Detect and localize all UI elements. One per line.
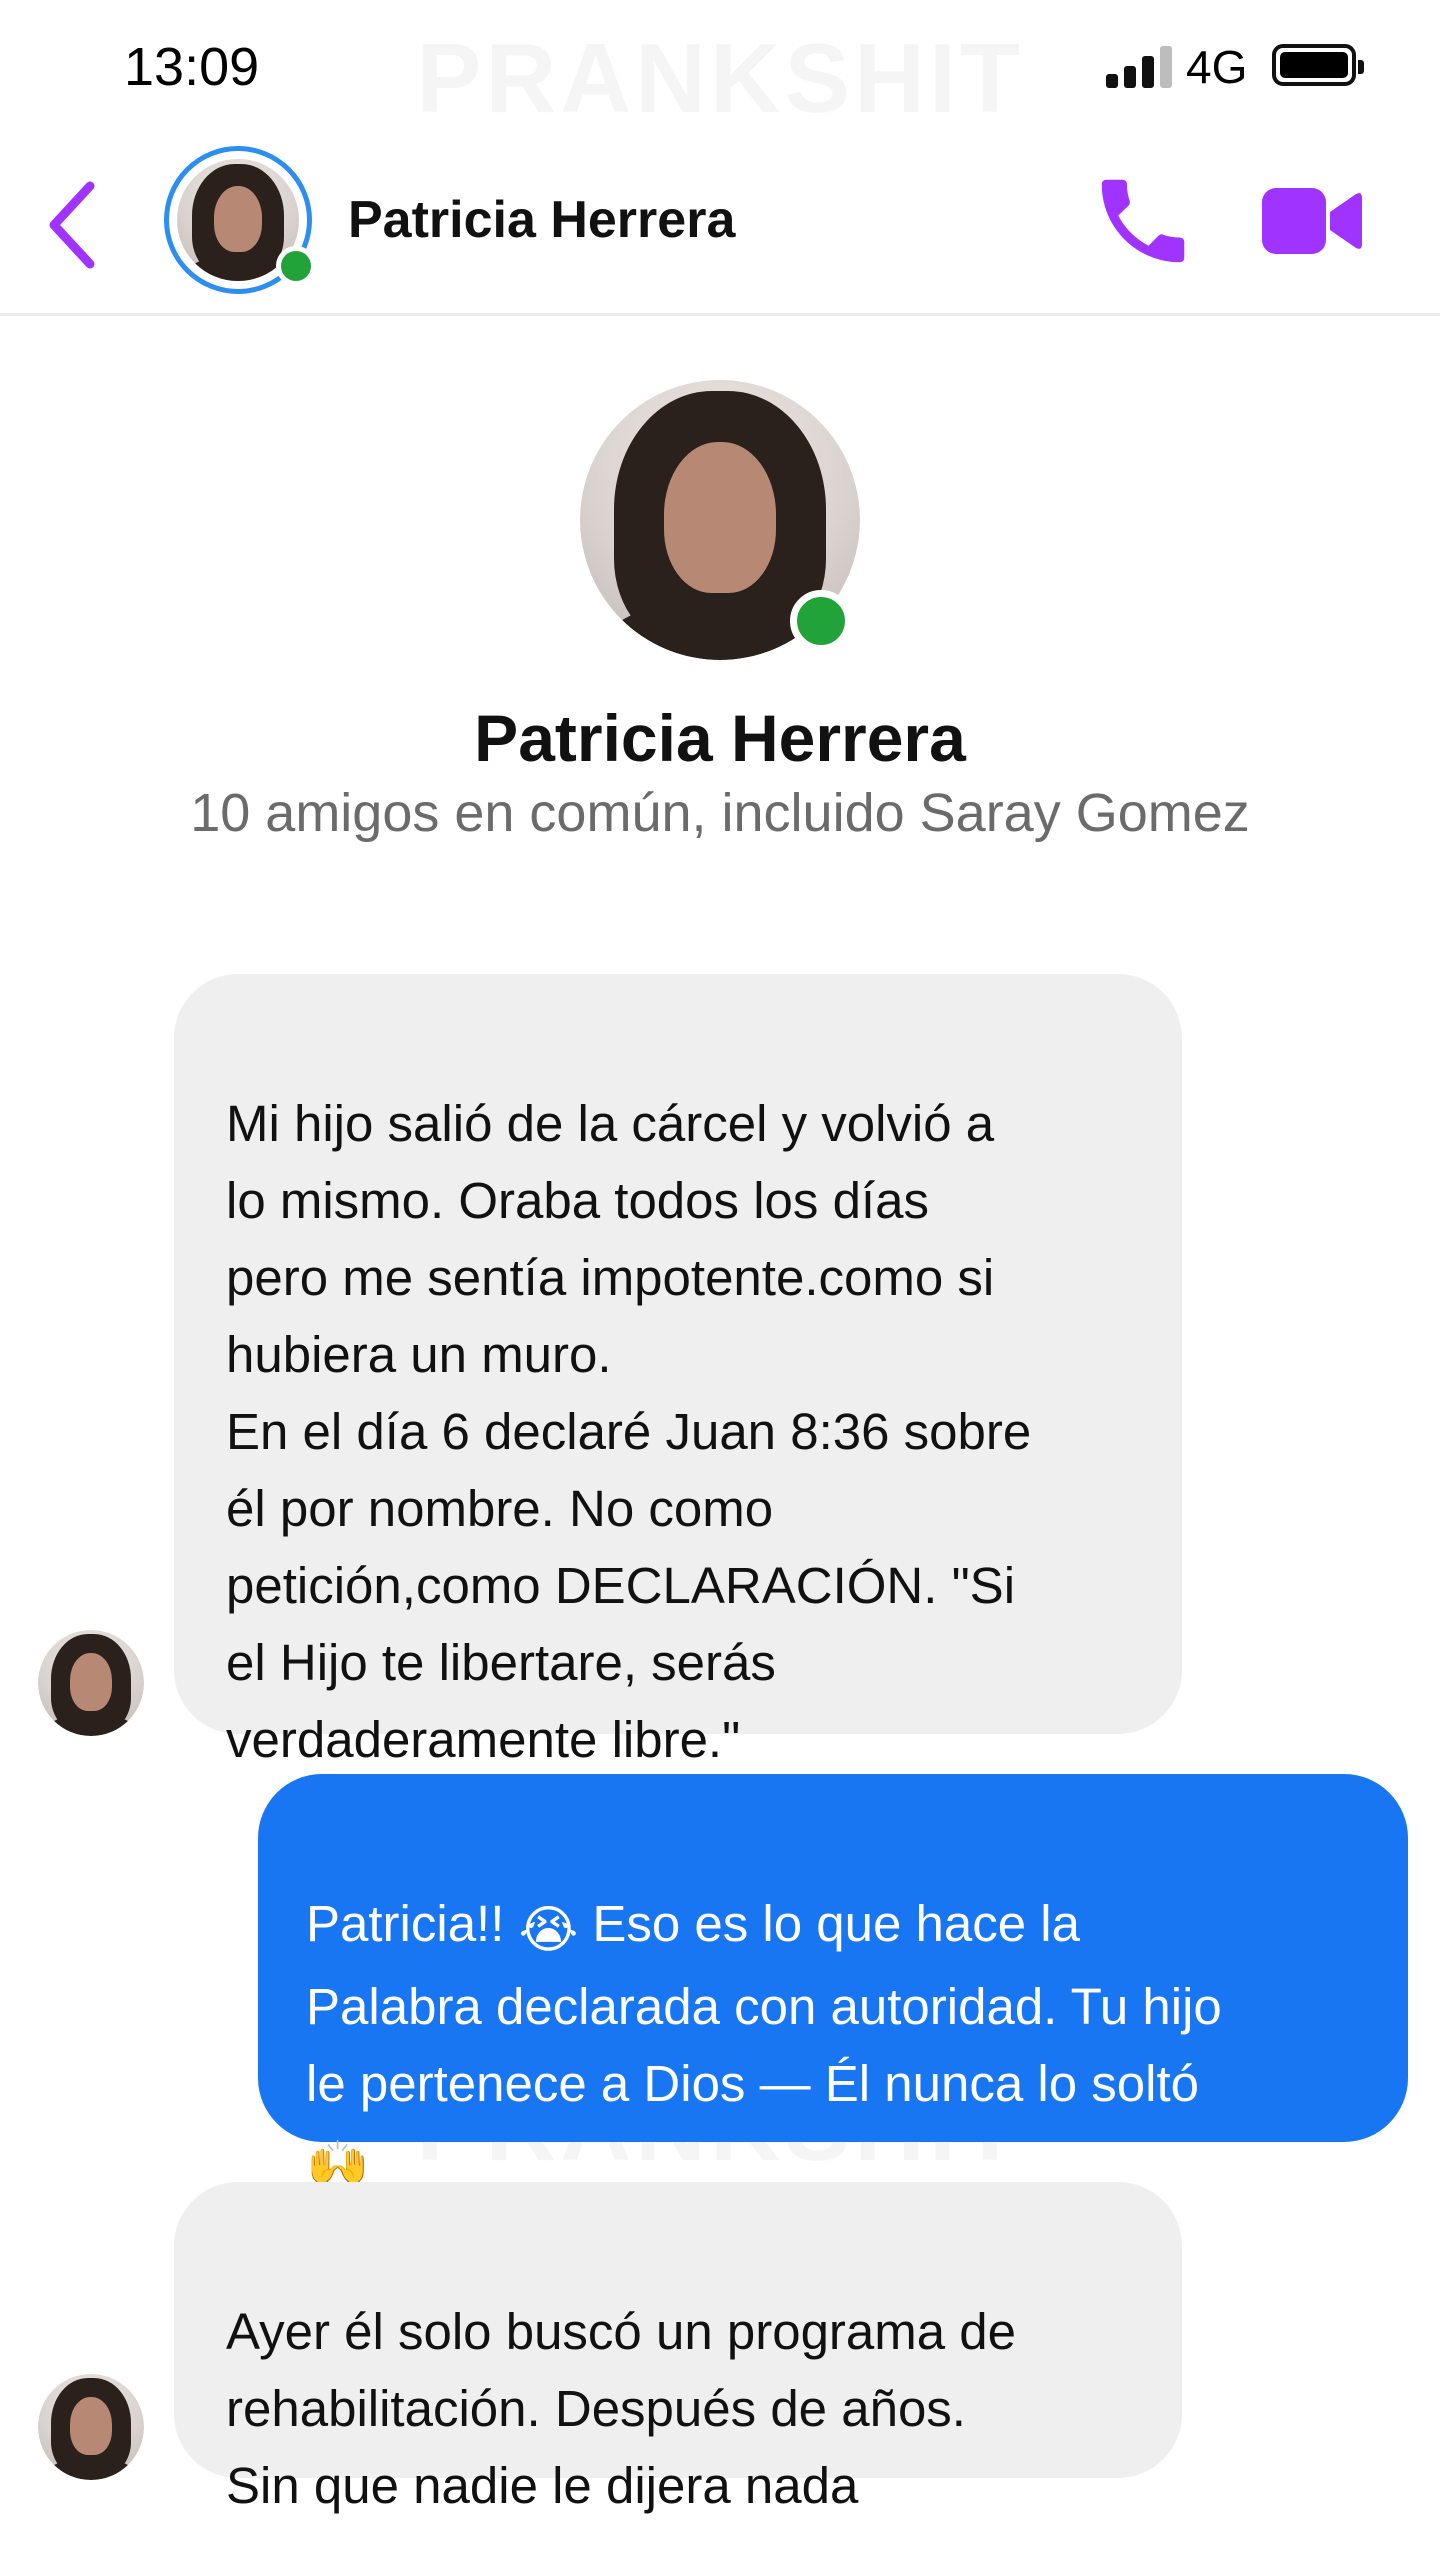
mutual-friends-text: 10 amigos en común, incluido Saray Gomez [190,783,1250,843]
online-status-indicator [790,590,852,652]
contact-name[interactable]: Patricia Herrera [348,190,735,250]
message-text: Mi hijo salió de la cárcel y volvió a lo… [226,1095,1032,1768]
video-camera-icon [1262,188,1362,254]
voice-call-button[interactable] [1088,166,1198,276]
chat-header: Patricia Herrera [0,136,1440,316]
message-text: Patricia!! [306,1895,519,1952]
video-call-button[interactable] [1256,176,1366,266]
status-bar: 13:09 4G [0,0,1440,136]
online-status-indicator [276,246,316,286]
message-text: Ayer él solo buscó un programa de rehabi… [226,2303,1017,2514]
avatar-photo [38,1630,144,1736]
sender-avatar[interactable] [38,1630,144,1736]
avatar-photo [38,2374,144,2480]
sender-avatar[interactable] [38,2374,144,2480]
incoming-message-bubble[interactable]: Ayer él solo buscó un programa de rehabi… [174,2182,1182,2514]
messenger-chat-screen: PRANKSHIT PRANKSHIT PRANKSHIT 13:09 4G [0,0,1440,2560]
chevron-left-icon [49,181,95,269]
crying-face-emoji-icon: 😭 [518,1901,579,1958]
profile-name: Patricia Herrera [474,701,966,775]
phone-icon [1101,179,1185,263]
status-time: 13:09 [124,37,260,97]
battery-icon [1272,44,1364,86]
signal-strength-icon [1106,44,1174,88]
incoming-message-bubble[interactable]: Mi hijo salió de la cárcel y volvió a lo… [174,974,1182,1768]
network-type: 4G [1186,41,1248,93]
back-button[interactable] [38,170,108,280]
outgoing-message-bubble[interactable]: Patricia!! 😭 Eso es lo que hace la Palab… [258,1774,1408,2195]
